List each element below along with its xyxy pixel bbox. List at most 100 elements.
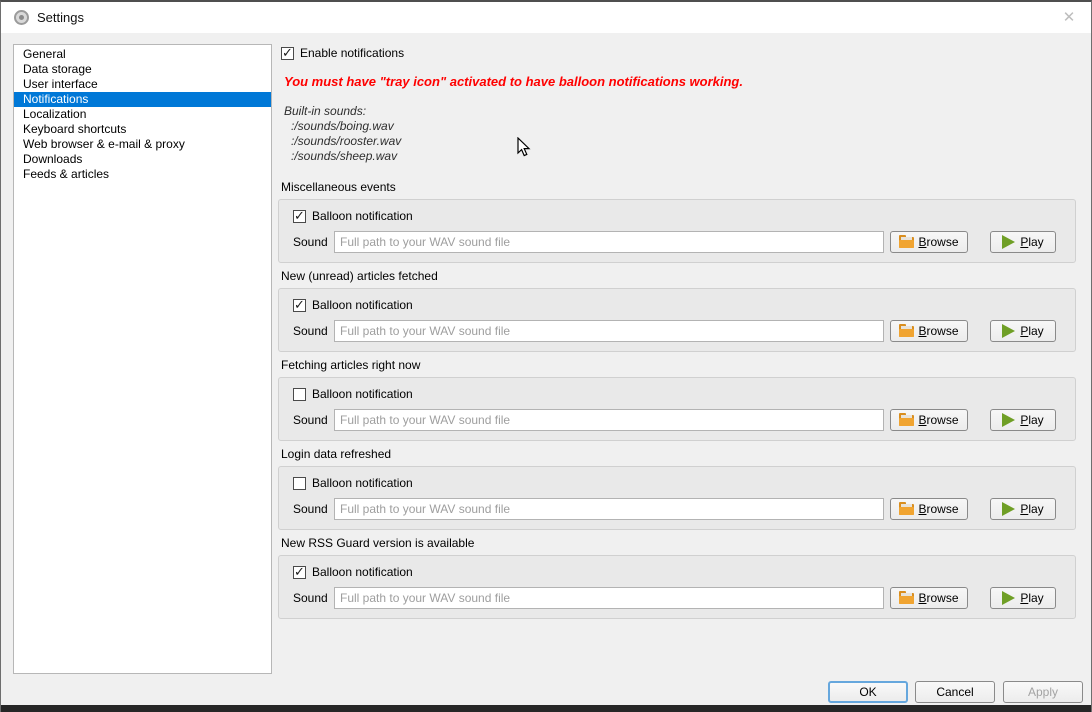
browse-accel: B <box>918 324 926 338</box>
balloon-notification-checkbox[interactable] <box>293 388 306 401</box>
browse-accel: B <box>918 502 926 516</box>
sound-path-input[interactable] <box>334 498 884 520</box>
play-icon <box>1002 235 1015 249</box>
enable-notifications-label: Enable notifications <box>300 46 404 60</box>
sidebar-item-data-storage[interactable]: Data storage <box>14 62 271 77</box>
mouse-cursor-icon <box>517 137 531 158</box>
section-fetching-articles: Fetching articles right now Balloon noti… <box>278 359 1076 443</box>
balloon-row: Balloon notification <box>293 387 413 401</box>
play-button-label: Play <box>1020 502 1043 516</box>
browse-button[interactable]: Browse <box>890 231 968 253</box>
settings-gear-icon <box>14 10 29 25</box>
section-new-articles-fetched: New (unread) articles fetched ✓ Balloon … <box>278 270 1076 354</box>
balloon-notification-label: Balloon notification <box>312 476 413 490</box>
balloon-notification-checkbox[interactable]: ✓ <box>293 299 306 312</box>
sound-path-input[interactable] <box>334 320 884 342</box>
play-rest: lay <box>1028 413 1043 427</box>
folder-icon <box>899 592 914 604</box>
play-button-label: Play <box>1020 235 1043 249</box>
checkmark-icon: ✓ <box>294 297 305 312</box>
balloon-notification-label: Balloon notification <box>312 298 413 312</box>
browse-rest: rowse <box>927 591 959 605</box>
play-icon <box>1002 324 1015 338</box>
sound-path-input[interactable] <box>334 231 884 253</box>
sidebar-item-user-interface[interactable]: User interface <box>14 77 271 92</box>
play-button[interactable]: Play <box>990 409 1056 431</box>
sidebar-item-localization[interactable]: Localization <box>14 107 271 122</box>
builtin-sound-file: :/sounds/sheep.wav <box>284 149 401 164</box>
cancel-button[interactable]: Cancel <box>915 681 995 703</box>
builtin-sounds-block: Built-in sounds: :/sounds/boing.wav :/so… <box>284 104 401 164</box>
browse-rest: rowse <box>927 324 959 338</box>
balloon-row: Balloon notification <box>293 476 413 490</box>
browse-rest: rowse <box>927 413 959 427</box>
balloon-notification-checkbox[interactable]: ✓ <box>293 566 306 579</box>
browse-button-label: Browse <box>918 324 958 338</box>
sidebar-item-downloads[interactable]: Downloads <box>14 152 271 167</box>
apply-button[interactable]: Apply <box>1003 681 1083 703</box>
section-groupbox: Balloon notification Sound Browse Play <box>278 466 1076 530</box>
sound-row: Sound Browse Play <box>293 587 1056 609</box>
sidebar-item-keyboard-shortcuts[interactable]: Keyboard shortcuts <box>14 122 271 137</box>
sound-path-input[interactable] <box>334 587 884 609</box>
folder-icon <box>899 414 914 426</box>
browse-rest: rowse <box>927 235 959 249</box>
folder-icon <box>899 236 914 248</box>
play-button[interactable]: Play <box>990 231 1056 253</box>
enable-notifications-checkbox[interactable]: ✓ <box>281 47 294 60</box>
play-button-label: Play <box>1020 324 1043 338</box>
folder-icon <box>899 503 914 515</box>
sound-row: Sound Browse Play <box>293 498 1056 520</box>
sidebar-item-feeds-articles[interactable]: Feeds & articles <box>14 167 271 182</box>
section-groupbox: Balloon notification Sound Browse Play <box>278 377 1076 441</box>
tray-icon-warning: You must have "tray icon" activated to h… <box>284 74 743 89</box>
enable-notifications-row: ✓ Enable notifications <box>281 46 404 60</box>
sound-label: Sound <box>293 324 334 338</box>
section-login-data-refreshed: Login data refreshed Balloon notificatio… <box>278 448 1076 532</box>
browse-rest: rowse <box>927 502 959 516</box>
settings-category-list: General Data storage User interface Noti… <box>13 44 272 674</box>
balloon-notification-checkbox[interactable] <box>293 477 306 490</box>
balloon-notification-label: Balloon notification <box>312 209 413 223</box>
section-new-version-available: New RSS Guard version is available ✓ Bal… <box>278 537 1076 621</box>
sound-row: Sound Browse Play <box>293 231 1056 253</box>
checkmark-icon: ✓ <box>294 208 305 223</box>
play-button[interactable]: Play <box>990 320 1056 342</box>
browse-button-label: Browse <box>918 413 958 427</box>
balloon-notification-checkbox[interactable]: ✓ <box>293 210 306 223</box>
play-button-label: Play <box>1020 591 1043 605</box>
sidebar-item-general[interactable]: General <box>14 47 271 62</box>
play-rest: lay <box>1028 235 1043 249</box>
section-title: Login data refreshed <box>278 448 1076 465</box>
section-groupbox: ✓ Balloon notification Sound Browse Play <box>278 199 1076 263</box>
section-groupbox: ✓ Balloon notification Sound Browse Play <box>278 555 1076 619</box>
window-bottom-edge <box>1 705 1091 712</box>
browse-button-label: Browse <box>918 591 958 605</box>
browse-button[interactable]: Browse <box>890 587 968 609</box>
sidebar-item-web-browser[interactable]: Web browser & e-mail & proxy <box>14 137 271 152</box>
play-button[interactable]: Play <box>990 498 1056 520</box>
ok-button[interactable]: OK <box>828 681 908 703</box>
builtin-sound-file: :/sounds/rooster.wav <box>284 134 401 149</box>
browse-button[interactable]: Browse <box>890 498 968 520</box>
play-button-label: Play <box>1020 413 1043 427</box>
browse-accel: B <box>918 591 926 605</box>
browse-button[interactable]: Browse <box>890 409 968 431</box>
section-groupbox: ✓ Balloon notification Sound Browse Play <box>278 288 1076 352</box>
sound-label: Sound <box>293 413 334 427</box>
play-icon <box>1002 413 1015 427</box>
sound-label: Sound <box>293 502 334 516</box>
balloon-notification-label: Balloon notification <box>312 565 413 579</box>
sidebar-item-notifications[interactable]: Notifications <box>14 92 271 107</box>
browse-button[interactable]: Browse <box>890 320 968 342</box>
browse-accel: B <box>918 235 926 249</box>
window-title: Settings <box>37 10 84 25</box>
play-icon <box>1002 591 1015 605</box>
browse-button-label: Browse <box>918 235 958 249</box>
close-icon[interactable]: ✕ <box>1059 8 1079 28</box>
builtin-sound-file: :/sounds/boing.wav <box>284 119 401 134</box>
sound-path-input[interactable] <box>334 409 884 431</box>
checkmark-icon: ✓ <box>282 45 293 60</box>
title-bar: Settings ✕ <box>1 2 1091 33</box>
play-button[interactable]: Play <box>990 587 1056 609</box>
